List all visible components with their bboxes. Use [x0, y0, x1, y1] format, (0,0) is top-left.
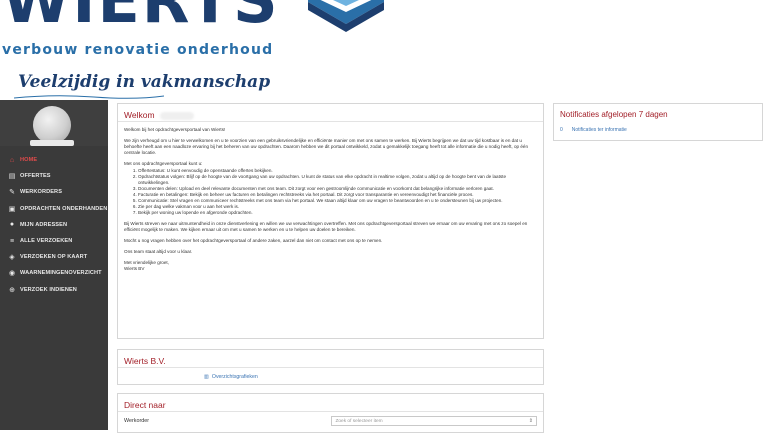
clipboard-icon: ▣ [8, 205, 16, 213]
notifications-row[interactable]: 0 Notificaties ter informatie [554, 122, 762, 138]
sidebar-item-label: VERZOEK INDIENEN [20, 286, 77, 293]
feature-list: Offertestatus: U kunt eenvoudig de opens… [138, 168, 537, 216]
notifications-link[interactable]: Notificaties ter informatie [572, 127, 627, 133]
welcome-paragraph-2: Bij Wierts streven we naar uitmuntendhei… [124, 221, 528, 232]
sidebar-item-verzoek-indienen[interactable]: ⊕ VERZOEK INDIENEN [0, 282, 108, 298]
welcome-text: Welkom bij het opdrachtgeversportaal van… [118, 122, 543, 282]
workorder-label: Werkorder [124, 418, 150, 424]
sidebar-item-werkorders[interactable]: ✎ WERKORDERS [0, 184, 108, 200]
sidebar-item-label: WAARNEMINGENOVERZICHT [20, 270, 102, 277]
sidebar-item-waarnemingenoverzicht[interactable]: ◉ WAARNEMINGENOVERZICHT [0, 265, 108, 281]
eye-icon: ◉ [8, 270, 16, 278]
logo-cube-icon [308, 0, 384, 32]
feature-list-item: Opdrachtstatus volgen: Blijf op de hoogt… [138, 174, 537, 186]
slogan: Veelzijdig in vakmanschap [18, 72, 271, 92]
logo-wordmark[interactable]: WIERTS [2, 0, 280, 32]
notifications-title: Notificaties afgelopen 7 dagen [560, 110, 668, 119]
document-icon: ▤ [8, 173, 16, 181]
company-panel: Wierts B.V. ▥ Overzichtsgrafieken [117, 349, 544, 385]
feature-list-item: Bekijk per woning uw lopende en afgerond… [138, 210, 537, 216]
sidebar-item-label: MIJN ADRESSEN [20, 221, 68, 228]
workorder-row: Werkorder Zoek of selecteer item ⇕ [118, 412, 543, 430]
sidebar-item-label: VERZOEKEN OP KAART [20, 254, 88, 261]
welcome-title: Welkom [118, 104, 543, 122]
home-icon: ⌂ [9, 156, 15, 164]
sidebar-item-offertes[interactable]: ▤ OFFERTES [0, 168, 108, 184]
sidebar-item-mijn-adressen[interactable]: ● MIJN ADRESSEN [0, 217, 108, 233]
blurred-user-name [159, 111, 194, 120]
sidebar-item-alle-verzoeken[interactable]: ≡ ALLE VERZOEKEN [0, 233, 108, 249]
notifications-panel: Notificaties afgelopen 7 dagen 0 Notific… [553, 103, 763, 141]
avatar-base [30, 140, 74, 146]
bar-chart-icon: ▥ [204, 374, 209, 380]
sidebar: ⌂ HOME ▤ OFFERTES ✎ WERKORDERS ▣ OPDRACHTEN OND… [0, 100, 108, 430]
site-header: WIERTS verbouw renovatie onderhoud Veelz… [0, 0, 768, 100]
sidebar-item-label: ALLE VERZOEKEN [20, 238, 73, 245]
avatar[interactable] [33, 106, 71, 144]
logo-tagline: verbouw renovatie onderhoud [2, 42, 274, 58]
list-icon: ≡ [9, 237, 15, 245]
overview-charts-label[interactable]: Overzichtsgrafieken [212, 374, 258, 380]
map-icon: ◈ [9, 254, 15, 262]
welcome-paragraph-1: We zijn verheugd om u hier te verwelkome… [124, 138, 529, 155]
company-title: Wierts B.V. [118, 350, 543, 368]
sidebar-item-verzoeken-op-kaart[interactable]: ◈ VERZOEKEN OP KAART [0, 249, 108, 265]
map-marker-icon: ● [9, 221, 15, 229]
tools-icon: ✎ [9, 189, 15, 197]
workorder-select[interactable]: Zoek of selecteer item ⇕ [331, 416, 537, 426]
welcome-signature: Wierts BV [124, 266, 145, 271]
workorder-placeholder: Zoek of selecteer item [335, 418, 383, 424]
sidebar-nav: ⌂ HOME ▤ OFFERTES ✎ WERKORDERS ▣ OPDRACHTEN OND… [0, 152, 108, 298]
notifications-count: 0 [560, 127, 563, 133]
welcome-panel: Welkom Welkom bij het opdrachtgeversport… [117, 103, 544, 339]
plus-circle-icon: ⊕ [9, 286, 15, 294]
welcome-paragraph-3: Mocht u nog vragen hebben over het opdra… [124, 238, 383, 243]
sidebar-item-home[interactable]: ⌂ HOME [0, 152, 108, 168]
sidebar-item-label: OFFERTES [20, 173, 51, 180]
direct-panel: Direct naar Werkorder Zoek of selecteer … [117, 393, 544, 433]
welcome-intro: Welkom bij het opdrachtgeversportaal van… [124, 127, 226, 132]
direct-title: Direct naar [118, 394, 543, 412]
avatar-area [0, 100, 108, 146]
welcome-list-intro: Met ons opdrachtgeversportaal kunt u: [124, 161, 203, 166]
overview-charts-link[interactable]: ▥ Overzichtsgrafieken [118, 368, 543, 386]
sidebar-item-opdrachten-onderhanden[interactable]: ▣ OPDRACHTEN ONDERHANDEN [0, 201, 108, 217]
select-arrows-icon: ⇕ [528, 418, 533, 424]
welcome-paragraph-4: Ons team staat altijd voor u klaar. [124, 249, 193, 254]
sidebar-item-label: WERKORDERS [20, 189, 63, 196]
sidebar-item-label: OPDRACHTEN ONDERHANDEN [20, 205, 108, 212]
sidebar-item-label: HOME [20, 157, 38, 164]
